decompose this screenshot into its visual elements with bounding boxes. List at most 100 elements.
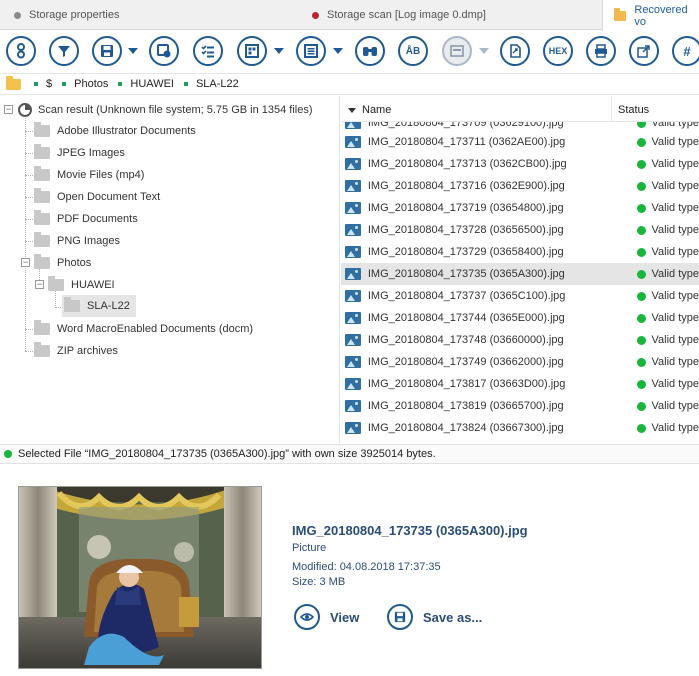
tree-label: Word MacroEnabled Documents (docm)	[57, 323, 254, 335]
hash-button[interactable]: #	[672, 36, 699, 66]
collapse-toggle[interactable]: −	[35, 280, 44, 289]
column-header-name[interactable]: Name	[348, 104, 391, 116]
breadcrumb-item[interactable]: $	[34, 78, 52, 90]
status-label: Valid type	[651, 224, 699, 236]
image-file-icon	[345, 158, 361, 170]
status-label: Valid type	[651, 158, 699, 170]
file-row[interactable]: IMG_20180804_173749 (03662000).jpg Valid…	[341, 351, 699, 373]
image-file-icon	[345, 290, 361, 302]
file-row[interactable]: IMG_20180804_173744 (0365E000).jpg Valid…	[341, 307, 699, 329]
collapse-toggle[interactable]: −	[21, 258, 30, 267]
file-status: Valid type	[636, 290, 699, 302]
print-button[interactable]	[586, 36, 616, 66]
tree-item-mp4[interactable]: Movie Files (mp4)	[34, 164, 144, 186]
checklist-button[interactable]	[193, 36, 223, 66]
tab-recovered-volume[interactable]: Recovered vo	[602, 0, 699, 31]
breadcrumb-item[interactable]: Photos	[62, 78, 108, 90]
preview-panel: IMG_20180804_173735 (0365A300).jpg Pictu…	[0, 465, 699, 676]
tree-item-odt[interactable]: Open Document Text	[34, 186, 160, 208]
file-row[interactable]: IMG_20180804_173711 (0362AE00).jpg Valid…	[341, 131, 699, 153]
tab-label: Storage scan [Log image 0.dmp]	[327, 9, 486, 21]
image-thumbnail[interactable]	[18, 486, 262, 669]
find-text-icon: ÅB	[405, 45, 421, 57]
file-name: IMG_20180804_173749 (03662000).jpg	[367, 356, 564, 368]
file-status: Valid type	[636, 422, 699, 434]
tab-storage-scan[interactable]: Storage scan [Log image 0.dmp]	[312, 0, 486, 30]
find-button[interactable]	[355, 36, 385, 66]
save-dropdown-arrow[interactable]	[128, 48, 138, 54]
breadcrumb-label: HUAWEI	[130, 78, 174, 90]
tree-item-sla-l22[interactable]: SLA-L22	[62, 295, 136, 317]
breadcrumb-item[interactable]: SLA-L22	[183, 78, 239, 90]
tree-root[interactable]: Scan result (Unknown file system; 5.75 G…	[18, 99, 313, 121]
file-row[interactable]: IMG_20180804_173719 (03654800).jpg Valid…	[341, 197, 699, 219]
status-label: Valid type	[651, 312, 699, 324]
tree-item-huawei[interactable]: HUAWEI	[48, 274, 115, 296]
save-icon	[101, 45, 113, 57]
find-text-button[interactable]: ÅB	[398, 36, 428, 66]
file-status: Valid type	[636, 356, 699, 368]
valid-status-icon	[636, 159, 646, 169]
preview-button[interactable]	[442, 36, 472, 66]
status-label: Valid type	[651, 290, 699, 302]
save-as-button-label: Save as...	[423, 609, 483, 625]
view-button[interactable]: View	[294, 604, 359, 630]
folder-tree: − Scan result (Unknown file system; 5.75…	[0, 96, 340, 443]
file-row-selected[interactable]: IMG_20180804_173735 (0365A300).jpg Valid…	[341, 263, 699, 285]
preview-size: Size: 3 MB	[292, 576, 346, 588]
image-file-icon	[345, 312, 361, 324]
tree-item-png[interactable]: PNG Images	[34, 230, 120, 252]
status-bar: Selected File “IMG_20180804_173735 (0365…	[0, 444, 699, 464]
status-label: Valid type	[651, 180, 699, 192]
file-list: Name Status IMG_20180804_173709 (0362910…	[341, 96, 699, 443]
breadcrumb-separator-icon	[62, 82, 67, 86]
file-row[interactable]: IMG_20180804_173737 (0365C100).jpg Valid…	[341, 285, 699, 307]
tab-bar: Storage properties Storage scan [Log ima…	[0, 0, 699, 31]
tree-item-zip[interactable]: ZIP archives	[34, 340, 118, 362]
breadcrumb-item[interactable]: HUAWEI	[118, 78, 174, 90]
folder-icon	[48, 276, 64, 291]
filter-button[interactable]	[49, 36, 79, 66]
file-row[interactable]: IMG_20180804_173729 (03658400).jpg Valid…	[341, 241, 699, 263]
save-icon	[387, 604, 413, 630]
image-file-icon	[345, 246, 361, 258]
file-row[interactable]: IMG_20180804_173819 (03665700).jpg Valid…	[341, 395, 699, 417]
file-row[interactable]: IMG_20180804_173713 (0362CB00).jpg Valid…	[341, 153, 699, 175]
column-header-status[interactable]: Status	[611, 96, 699, 122]
file-row[interactable]: IMG_20180804_173748 (03660000).jpg Valid…	[341, 329, 699, 351]
tree-item-pdf[interactable]: PDF Documents	[34, 208, 138, 230]
valid-status-icon	[636, 401, 646, 411]
collapse-toggle[interactable]: −	[4, 105, 13, 114]
binoculars-icon	[363, 47, 377, 56]
image-file-icon	[345, 224, 361, 236]
file-name: IMG_20180804_173817 (03663D00).jpg	[367, 378, 566, 390]
tree-label: PNG Images	[57, 235, 120, 247]
save-button[interactable]	[92, 36, 122, 66]
file-status: Valid type	[636, 400, 699, 412]
breadcrumb-separator-icon	[118, 82, 123, 86]
info-button[interactable]	[6, 36, 36, 66]
file-row[interactable]: IMG_20180804_173824 (03667300).jpg Valid…	[341, 417, 699, 439]
view-mode-button[interactable]	[237, 36, 267, 66]
list-view-button[interactable]	[296, 36, 326, 66]
tree-item-docm[interactable]: Word MacroEnabled Documents (docm)	[34, 318, 253, 340]
tree-item-photos[interactable]: Photos	[34, 252, 91, 274]
file-row[interactable]: IMG_20180804_173817 (03663D00).jpg Valid…	[341, 373, 699, 395]
export-button[interactable]	[500, 36, 530, 66]
valid-status-icon	[636, 423, 646, 433]
image-file-icon	[345, 136, 361, 148]
hex-button[interactable]: HEX	[543, 36, 573, 66]
save-as-button[interactable]: Save as...	[387, 604, 482, 630]
tree-item-jpeg[interactable]: JPEG Images	[34, 142, 125, 164]
preview-dropdown-arrow[interactable]	[479, 48, 489, 54]
list-view-dropdown-arrow[interactable]	[333, 48, 343, 54]
tab-storage-properties[interactable]: Storage properties	[14, 0, 120, 30]
view-mode-dropdown-arrow[interactable]	[274, 48, 284, 54]
open-button[interactable]	[629, 36, 659, 66]
save-files-button[interactable]	[149, 36, 179, 66]
tree-item-adobe-illustrator[interactable]: Adobe Illustrator Documents	[34, 120, 196, 142]
file-row[interactable]: IMG_20180804_173716 (0362E900).jpg Valid…	[341, 175, 699, 197]
status-label: Valid type	[651, 268, 699, 280]
folder-icon	[34, 122, 50, 137]
file-row[interactable]: IMG_20180804_173728 (03656500).jpg Valid…	[341, 219, 699, 241]
